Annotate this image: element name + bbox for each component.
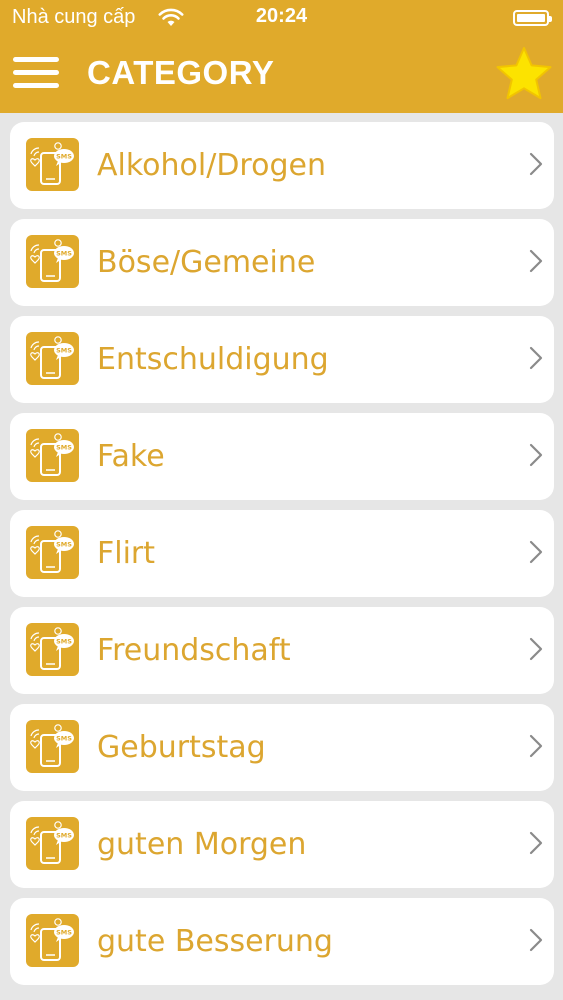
chevron-right-icon bbox=[528, 345, 544, 371]
category-row[interactable]: SMS Böse/Gemeine bbox=[10, 219, 554, 306]
category-label: Entschuldigung bbox=[97, 342, 329, 377]
page-title: CATEGORY bbox=[87, 54, 275, 91]
svg-text:SMS: SMS bbox=[56, 444, 72, 452]
hamburger-menu-icon[interactable] bbox=[13, 55, 59, 91]
category-label: Freundschaft bbox=[97, 633, 291, 668]
sms-phone-app-icon: SMS bbox=[26, 623, 79, 676]
category-label: Böse/Gemeine bbox=[97, 245, 316, 280]
chevron-right-icon bbox=[528, 733, 544, 759]
chevron-right-icon bbox=[528, 830, 544, 856]
category-row[interactable]: SMS Geburtstag bbox=[10, 704, 554, 791]
sms-phone-app-icon: SMS bbox=[26, 138, 79, 191]
sms-phone-app-icon: SMS bbox=[26, 526, 79, 579]
category-row[interactable]: SMS Entschuldigung bbox=[10, 316, 554, 403]
category-row[interactable]: SMS guten Morgen bbox=[10, 801, 554, 888]
sms-phone-app-icon: SMS bbox=[26, 914, 79, 967]
category-label: Alkohol/Drogen bbox=[97, 148, 326, 183]
sms-phone-app-icon: SMS bbox=[26, 720, 79, 773]
category-list: SMS Alkohol/Drogen SMS Böse/Gemeine SMS … bbox=[10, 122, 554, 995]
status-time: 20:24 bbox=[255, 5, 308, 27]
category-row[interactable]: SMS Flirt bbox=[10, 510, 554, 597]
svg-text:SMS: SMS bbox=[56, 153, 72, 161]
top-bar: Nhà cung cấp 20:24 CATEGORY bbox=[0, 0, 563, 113]
chevron-right-icon bbox=[528, 151, 544, 177]
chevron-right-icon bbox=[528, 442, 544, 468]
category-label: Geburtstag bbox=[97, 730, 266, 765]
category-label: Flirt bbox=[97, 536, 156, 571]
battery-icon bbox=[513, 10, 552, 26]
category-label: Fake bbox=[97, 439, 165, 474]
chevron-right-icon bbox=[528, 927, 544, 953]
chevron-right-icon bbox=[528, 539, 544, 565]
svg-text:SMS: SMS bbox=[56, 735, 72, 743]
menu-line bbox=[13, 83, 59, 88]
menu-line bbox=[13, 57, 59, 62]
sms-phone-app-icon: SMS bbox=[26, 332, 79, 385]
sms-phone-app-icon: SMS bbox=[26, 817, 79, 870]
menu-line bbox=[13, 70, 59, 75]
svg-text:SMS: SMS bbox=[56, 250, 72, 258]
svg-text:SMS: SMS bbox=[56, 832, 72, 840]
category-label: guten Morgen bbox=[97, 827, 307, 862]
category-row[interactable]: SMS Fake bbox=[10, 413, 554, 500]
category-label: gute Besserung bbox=[97, 924, 333, 959]
category-row[interactable]: SMS Alkohol/Drogen bbox=[10, 122, 554, 209]
sms-phone-app-icon: SMS bbox=[26, 429, 79, 482]
svg-text:SMS: SMS bbox=[56, 638, 72, 646]
category-row[interactable]: SMS Freundschaft bbox=[10, 607, 554, 694]
category-row[interactable]: SMS gute Besserung bbox=[10, 898, 554, 985]
svg-text:SMS: SMS bbox=[56, 541, 72, 549]
svg-text:SMS: SMS bbox=[56, 929, 72, 937]
sms-phone-app-icon: SMS bbox=[26, 235, 79, 288]
svg-text:SMS: SMS bbox=[56, 347, 72, 355]
chevron-right-icon bbox=[528, 636, 544, 662]
chevron-right-icon bbox=[528, 248, 544, 274]
star-icon[interactable] bbox=[494, 45, 554, 103]
status-bar: Nhà cung cấp 20:24 bbox=[0, 0, 563, 36]
